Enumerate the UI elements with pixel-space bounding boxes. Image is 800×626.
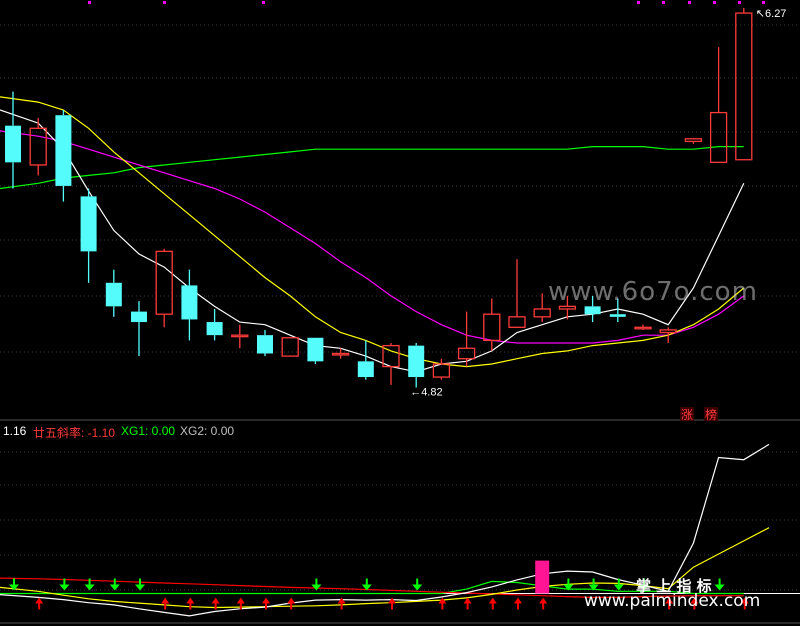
top-marker: [762, 1, 765, 4]
top-marker: [688, 1, 691, 4]
candle-body-up: [231, 334, 249, 338]
candle-body-up: [709, 111, 728, 163]
candle-body-down: [55, 115, 72, 186]
candle-body-down: [257, 335, 273, 354]
indicator-slope: 廿五斜率: -1.10: [33, 426, 116, 440]
indicator-xg1: XG1: 0.00: [121, 424, 176, 438]
candle-body-up: [684, 138, 703, 143]
top-marker: [88, 1, 91, 4]
chart-canvas: ↖6.27 ←4.82 涨榜: [0, 1, 800, 624]
candle-body-down: [408, 345, 425, 378]
watermark-mid: www.6o7o.com: [548, 277, 758, 307]
candle-body-down: [181, 285, 198, 320]
down-arrow-head: [109, 584, 120, 591]
candle-body-up: [155, 250, 173, 315]
candle-body-up: [634, 326, 652, 330]
down-arrow-head: [84, 584, 95, 591]
top-marker: [262, 1, 265, 4]
top-marker: [163, 1, 166, 4]
candle-body-up: [281, 337, 299, 357]
candle-body-up: [533, 308, 551, 318]
badge-text: 涨: [681, 407, 693, 422]
candle-body-down: [5, 125, 21, 163]
high-price-label: ↖6.27: [756, 8, 787, 20]
top-marker: [713, 1, 716, 4]
top-marker: [738, 1, 741, 4]
ma10-line: [0, 96, 745, 368]
badge-text: 榜: [705, 407, 717, 422]
candle-body-down: [131, 311, 147, 323]
candle-body-down: [80, 196, 97, 252]
candle-body-down: [307, 337, 324, 362]
candle-body-up: [29, 127, 47, 166]
indicator-xg2: XG2: 0.00: [180, 424, 235, 438]
low-price-label: ←4.82: [410, 387, 442, 399]
top-marker: [662, 1, 665, 4]
watermark-url: www.palmindex.com: [584, 591, 761, 611]
candle-body-down: [105, 282, 122, 307]
candle-body-up: [735, 12, 753, 161]
ma60-line: [0, 146, 744, 190]
down-arrow-head: [613, 584, 624, 591]
candle-body-down: [206, 322, 223, 336]
ma20-line: [0, 130, 745, 344]
candle-body-up: [331, 352, 350, 356]
indicator-prefix: 1.16: [3, 424, 27, 438]
candle-body-down: [584, 306, 601, 315]
candle-body-up: [457, 347, 476, 360]
candle-body-up: [659, 329, 677, 334]
candle-body-down: [357, 361, 374, 378]
chart-stage: ↖6.27 ←4.82 涨榜 1.16 廿五斜率: -1.10 XG1: 0.00 …: [0, 0, 800, 626]
candle-body-down: [609, 314, 626, 317]
candle-body-up: [483, 313, 501, 342]
top-marker: [637, 1, 640, 4]
signal-bar: [535, 560, 550, 594]
candle-body-up: [508, 316, 526, 328]
